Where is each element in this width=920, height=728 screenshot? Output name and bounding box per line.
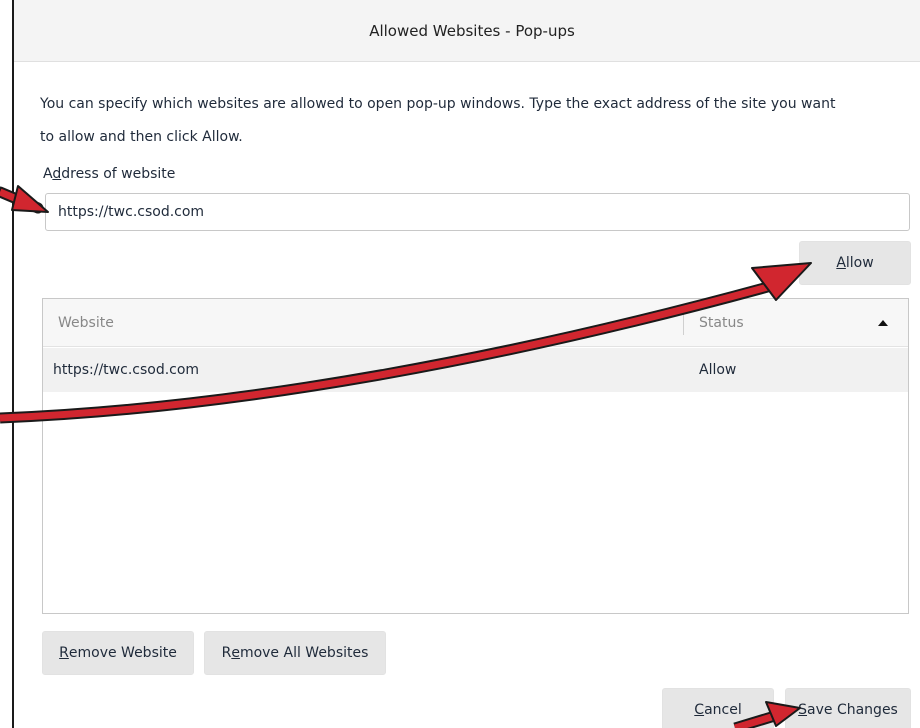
save-changes-rest: ave Changes — [807, 702, 898, 718]
dialog-titlebar: Allowed Websites - Pop-ups — [14, 0, 920, 62]
dialog-description: You can specify which websites are allow… — [40, 88, 920, 154]
table-row[interactable]: https://twc.csod.com Allow — [43, 348, 908, 392]
row-status: Allow — [699, 362, 737, 378]
sort-ascending-icon[interactable] — [878, 320, 888, 326]
websites-list[interactable]: Website Status https://twc.csod.com Allo… — [42, 298, 909, 614]
address-label-rest: dress of website — [61, 166, 176, 182]
remove-all-websites-button[interactable]: Re move All Websites — [204, 631, 386, 675]
remove-website-rest: emove Website — [68, 645, 177, 661]
remove-all-accel: e — [231, 645, 240, 661]
save-changes-button[interactable]: Save Changes — [785, 688, 911, 728]
description-line-2: to allow and then click Allow. — [40, 129, 243, 145]
allow-rest: llow — [845, 255, 874, 271]
allowed-websites-dialog: Allowed Websites - Pop-ups You can speci… — [12, 0, 920, 728]
allow-button[interactable]: Allow — [799, 241, 911, 285]
remove-all-prefix: R — [221, 645, 232, 661]
cancel-accel: C — [694, 702, 705, 718]
allow-accel: A — [836, 255, 846, 271]
address-input[interactable] — [45, 193, 910, 231]
remove-website-button[interactable]: Remove Website — [42, 631, 194, 675]
address-label: Address of website — [43, 166, 175, 182]
description-line-1: You can specify which websites are allow… — [40, 96, 836, 112]
column-divider — [683, 311, 684, 335]
list-header: Website Status — [43, 299, 908, 347]
cancel-rest: ancel — [704, 702, 742, 718]
column-website-header[interactable]: Website — [58, 315, 114, 331]
cancel-button[interactable]: Cancel — [662, 688, 774, 728]
address-label-accel: d — [52, 166, 62, 182]
remove-all-rest: move All Websites — [239, 645, 369, 661]
screenshot-stage: Allowed Websites - Pop-ups You can speci… — [0, 0, 920, 728]
address-label-prefix: A — [43, 166, 53, 182]
column-status-header[interactable]: Status — [699, 315, 744, 331]
remove-website-accel: R — [59, 645, 69, 661]
dialog-title: Allowed Websites - Pop-ups — [369, 21, 575, 40]
save-changes-accel: S — [798, 702, 808, 718]
row-website: https://twc.csod.com — [53, 362, 200, 378]
